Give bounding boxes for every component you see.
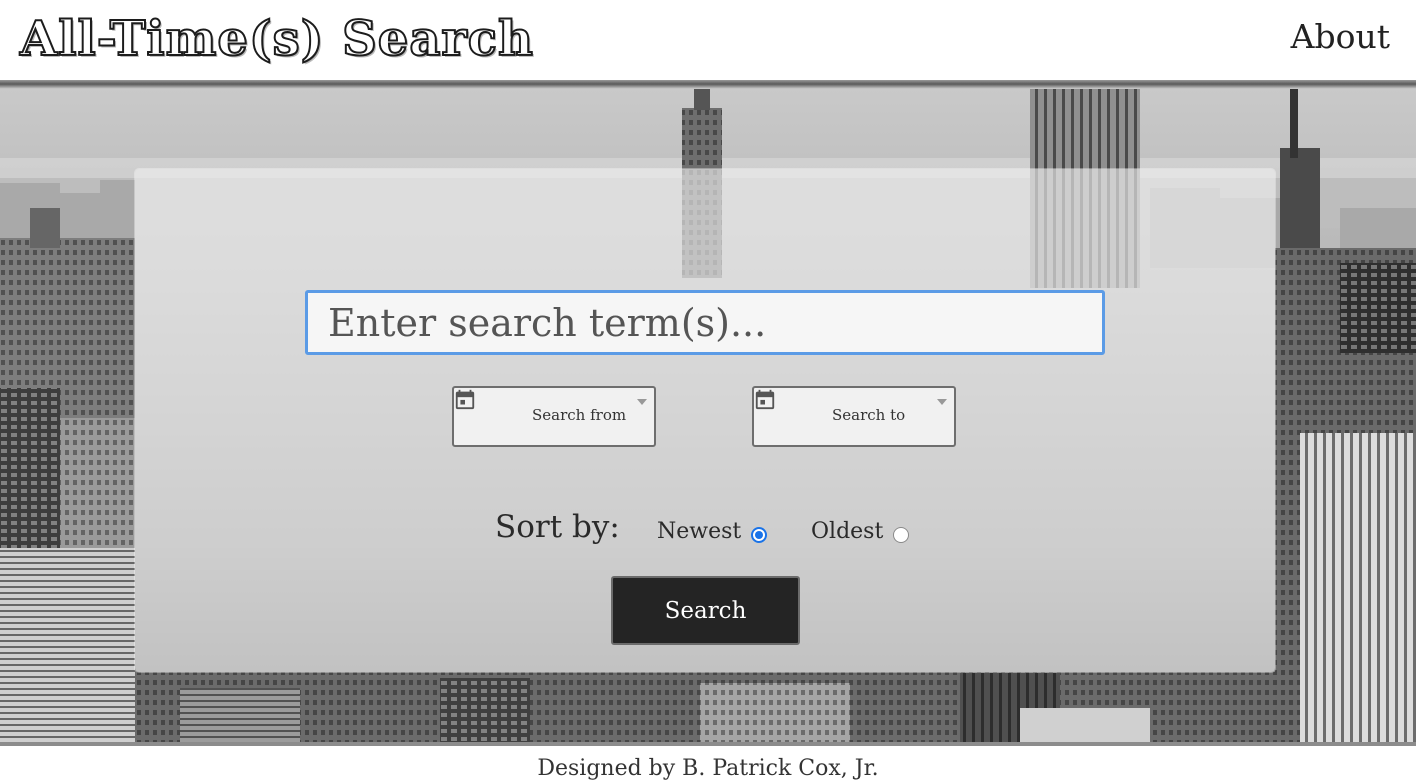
search-from-date-field[interactable]: Search from (452, 386, 656, 447)
site-logo[interactable]: All-Time(s) Search (19, 4, 534, 74)
sort-newest-option[interactable]: Newest (657, 519, 768, 544)
search-button[interactable]: Search (611, 576, 800, 645)
sort-newest-radio[interactable] (751, 526, 768, 543)
site-footer: Designed by B. Patrick Cox, Jr. (0, 742, 1416, 784)
sort-by-label: Sort by: (495, 509, 620, 545)
calendar-icon (755, 389, 775, 410)
chevron-down-icon (937, 399, 947, 405)
about-link[interactable]: About (1291, 14, 1390, 60)
sort-newest-label: Newest (657, 519, 742, 544)
footer-credit: Designed by B. Patrick Cox, Jr. (537, 756, 879, 781)
search-to-date-field[interactable]: Search to (752, 386, 956, 447)
header-divider (0, 80, 1416, 89)
hero-section: Search from Search to Sort by: Newest Ol… (0, 88, 1416, 742)
sort-oldest-option[interactable]: Oldest (811, 519, 910, 544)
sort-oldest-radio[interactable] (893, 526, 910, 543)
search-input[interactable] (305, 290, 1105, 355)
search-card: Search from Search to Sort by: Newest Ol… (135, 169, 1275, 672)
search-from-label: Search from (532, 406, 627, 424)
calendar-icon (455, 389, 475, 410)
chevron-down-icon (637, 399, 647, 405)
site-header: All-Time(s) Search About (0, 0, 1416, 82)
search-to-label: Search to (832, 406, 906, 424)
sort-oldest-label: Oldest (811, 519, 884, 544)
